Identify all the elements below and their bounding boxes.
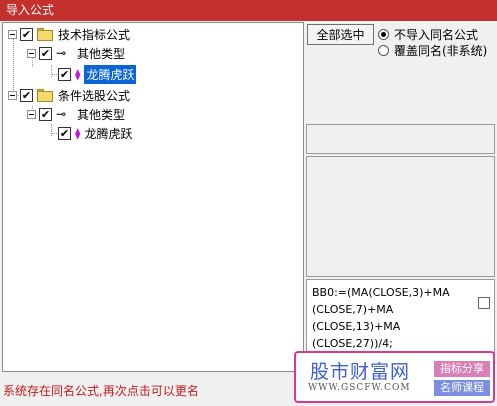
tree-node-other-types-2[interactable]: ✔ ⊸ 其他类型 xyxy=(27,105,125,123)
preview-checkbox[interactable] xyxy=(478,297,490,309)
other-types-2-checkbox[interactable]: ✔ xyxy=(39,107,52,121)
radio-button[interactable] xyxy=(378,28,389,40)
watermark-tag: 指标分享 xyxy=(434,361,490,377)
radio-overwrite-duplicate[interactable]: 覆盖同名(非系统) xyxy=(378,42,487,58)
watermark-logo: 股市财富网 WWW.GSCFW.COM 指标分享 名师课程 xyxy=(294,351,495,403)
watermark-title: 股市财富网 xyxy=(310,361,411,383)
longteng-2-checkbox[interactable]: ✔ xyxy=(58,126,71,140)
tree-node-other-types-1[interactable]: ✔ ⊸ 其他类型 xyxy=(27,44,125,62)
formula-line: (CLOSE,27))/4; xyxy=(312,337,393,350)
tree-node-label: 其他类型 xyxy=(77,107,126,122)
formula-line: (CLOSE,13)+MA xyxy=(312,320,401,333)
formula-line: (CLOSE,7)+MA xyxy=(312,303,394,316)
tree-leaf-label: 龙腾虎跃 xyxy=(84,126,133,141)
watermark-url: WWW.GSCFW.COM xyxy=(308,383,411,393)
formula-diamond-icon: ⧫ xyxy=(75,126,81,140)
info-panel-top xyxy=(306,124,495,154)
key-icon: ⊸ xyxy=(56,107,67,121)
radio-label: 不导入同名公式 xyxy=(394,27,479,42)
folder-icon xyxy=(37,27,53,41)
formula-diamond-icon: ⧫ xyxy=(75,67,81,81)
watermark-tag: 名师课程 xyxy=(434,380,490,396)
select-all-button[interactable]: 全部选中 xyxy=(307,24,374,45)
key-icon: ⊸ xyxy=(56,46,67,60)
tree-node-label: 技术指标公式 xyxy=(58,27,131,42)
other-types-1-checkbox[interactable]: ✔ xyxy=(39,46,52,60)
longteng-1-checkbox[interactable]: ✔ xyxy=(58,67,71,81)
radio-label: 覆盖同名(非系统) xyxy=(394,43,488,58)
collapse-toggle[interactable] xyxy=(8,29,17,39)
radio-skip-duplicate[interactable]: 不导入同名公式 xyxy=(378,26,478,42)
folder-icon xyxy=(37,88,53,102)
tree-leaf-longteng-1[interactable]: ✔ ⧫ 龙腾虎跃 xyxy=(51,64,137,84)
formula-line: BB0:=(MA(CLOSE,3)+MA xyxy=(312,286,450,299)
window-title: 导入公式 xyxy=(0,0,497,21)
tech-indicators-checkbox[interactable]: ✔ xyxy=(20,27,33,41)
tree-node-stock-screen[interactable]: ✔ 条件选股公式 xyxy=(8,86,130,104)
radio-button[interactable] xyxy=(378,44,389,56)
tree-node-label: 条件选股公式 xyxy=(58,88,131,103)
tree-node-tech-indicators[interactable]: ✔ 技术指标公式 xyxy=(8,25,130,43)
collapse-toggle[interactable] xyxy=(8,90,17,100)
tree-leaf-label: 龙腾虎跃 xyxy=(84,64,137,84)
stock-screen-checkbox[interactable]: ✔ xyxy=(20,88,33,102)
collapse-toggle[interactable] xyxy=(27,48,36,58)
tree-node-label: 其他类型 xyxy=(77,46,126,61)
collapse-toggle[interactable] xyxy=(27,109,36,119)
info-panel-middle xyxy=(306,156,495,277)
status-message: 系统存在同名公式,再次点击可以更名 xyxy=(3,384,199,398)
tree-leaf-longteng-2[interactable]: ✔ ⧫ 龙腾虎跃 xyxy=(51,124,132,142)
formula-tree[interactable]: ✔ 技术指标公式 ✔ ⊸ 其他类型 ✔ ⧫ 龙腾虎跃 ✔ 条件选股公式 ✔ ⊸ … xyxy=(2,22,304,372)
